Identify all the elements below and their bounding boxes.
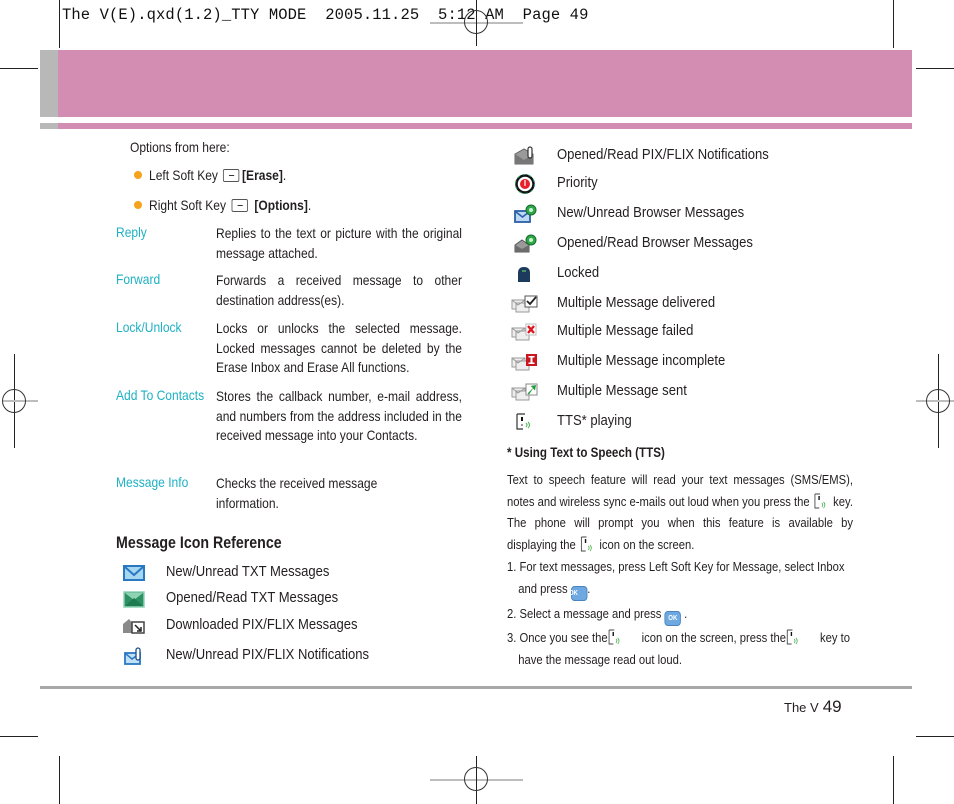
icon-reference-heading: Message Icon Reference — [116, 534, 282, 552]
desc-message-info: Checks the received message information. — [216, 475, 378, 511]
icon-row: Opened/Read PIX/FLIX Notifications — [513, 146, 853, 168]
icon-label: Opened/Read Browser Messages — [557, 235, 753, 251]
header-strip — [58, 123, 912, 129]
icon-row: Opened/Read Browser Messages — [513, 234, 853, 256]
term-forward: Forward — [116, 271, 161, 287]
icon-row: TTS* playing — [513, 412, 853, 434]
opened-read-browser-icon — [514, 234, 537, 253]
crop-mark — [916, 736, 954, 737]
icon-row: Locked — [513, 264, 853, 286]
icon-row: New/Unread Browser Messages — [513, 204, 853, 226]
footer-rule — [40, 686, 912, 689]
crop-mark — [59, 756, 60, 804]
registration-mark — [464, 10, 488, 34]
icon-label: Multiple Message sent — [557, 383, 687, 399]
bullet-right-soft-key: Right Soft Key [Options]. — [149, 197, 312, 213]
new-unread-pix-flix-notification-icon — [124, 647, 141, 665]
icon-row: New/Unread TXT Messages — [122, 563, 422, 585]
crop-mark — [0, 736, 38, 737]
tts-step-1: 1. For text messages, press Left Soft Ke… — [507, 556, 853, 601]
page-footer: The V 49 — [784, 697, 842, 717]
tts-paragraph: Text to speech feature will read your te… — [507, 472, 853, 553]
tts-step-2: 2. Select a message and press OK . — [507, 603, 853, 626]
icon-label: New/Unread PIX/FLIX Notifications — [166, 647, 370, 663]
bullet-dot — [134, 171, 142, 179]
tts-step-3: 3. Once you see the icon on the screen, … — [507, 629, 850, 667]
term-message-info: Message Info — [116, 474, 189, 490]
tts-heading: * Using Text to Speech (TTS) — [507, 445, 665, 460]
crop-mark — [0, 68, 38, 69]
tts-display-icon — [608, 629, 635, 646]
ok-key-icon: OK — [569, 585, 588, 601]
registration-mark — [2, 389, 26, 413]
page-number: 49 — [822, 697, 842, 716]
header-side-strip — [40, 123, 58, 129]
crop-mark — [59, 0, 60, 48]
icon-row: Multiple Message sent — [511, 382, 851, 404]
tts-playing-icon — [516, 413, 530, 430]
icon-label: Downloaded PIX/FLIX Messages — [166, 617, 358, 633]
icon-label: Opened/Read TXT Messages — [166, 590, 339, 606]
multiple-message-delivered-icon — [511, 295, 538, 313]
term-lock-unlock: Lock/Unlock — [116, 319, 182, 335]
multiple-message-sent-icon — [511, 383, 538, 401]
icon-label: Priority — [557, 175, 598, 191]
icon-label: Multiple Message failed — [557, 323, 694, 339]
opened-read-pix-flix-notification-icon — [514, 146, 534, 165]
icon-row: Downloaded PIX/FLIX Messages — [122, 616, 422, 638]
priority-icon — [515, 174, 535, 194]
icon-row: New/Unread PIX/FLIX Notifications — [122, 646, 422, 668]
bullet-dot — [134, 201, 142, 209]
registration-mark — [926, 389, 950, 413]
term-reply: Reply — [116, 224, 147, 240]
crop-mark — [893, 756, 894, 804]
locked-icon — [518, 267, 530, 282]
bullet-left-soft-key: Left Soft Key [Erase]. — [149, 167, 287, 183]
icon-label: TTS* playing — [557, 413, 632, 429]
icon-label: Opened/Read PIX/FLIX Notifications — [557, 147, 769, 163]
tts-key-icon — [813, 493, 830, 510]
desc-add-to-contacts: Stores the callback number, e-mail addre… — [216, 388, 462, 444]
header-band — [58, 50, 912, 117]
desc-reply: Replies to the text or picture with the … — [216, 225, 462, 261]
options-intro: Options from here: — [130, 139, 230, 155]
term-add-to-contacts: Add To Contacts — [116, 387, 205, 403]
icon-label: Multiple Message incomplete — [557, 353, 726, 369]
opened-read-txt-icon — [123, 591, 145, 608]
multiple-message-failed-icon — [511, 323, 537, 341]
new-unread-browser-icon — [514, 204, 537, 223]
tts-key-icon — [786, 629, 813, 646]
footer-book-title: The V — [784, 700, 819, 715]
right-soft-key-icon — [231, 199, 248, 212]
icon-row: Multiple Message incomplete — [511, 352, 851, 374]
desc-lock-unlock: Locks or unlocks the selected message. L… — [216, 320, 462, 376]
icon-label: New/Unread Browser Messages — [557, 205, 745, 221]
downloaded-pix-flix-icon — [123, 619, 145, 634]
multiple-message-incomplete-icon — [511, 354, 537, 371]
registration-mark — [464, 767, 488, 791]
ok-key-icon: OK — [664, 611, 681, 626]
icon-row: Opened/Read TXT Messages — [122, 589, 422, 611]
icon-label: Locked — [557, 265, 600, 281]
crop-mark — [893, 0, 894, 48]
icon-row: Priority — [513, 174, 853, 196]
icon-label: Multiple Message delivered — [557, 295, 716, 311]
new-unread-txt-icon — [123, 565, 145, 581]
icon-row: Multiple Message failed — [511, 322, 851, 344]
crop-mark — [916, 68, 954, 69]
icon-label: New/Unread TXT Messages — [166, 564, 330, 580]
desc-forward: Forwards a received message to other des… — [216, 272, 462, 308]
header-side-band — [40, 50, 58, 117]
tts-display-icon — [579, 536, 596, 553]
left-soft-key-icon — [223, 169, 240, 182]
icon-row: Multiple Message delivered — [511, 294, 851, 316]
